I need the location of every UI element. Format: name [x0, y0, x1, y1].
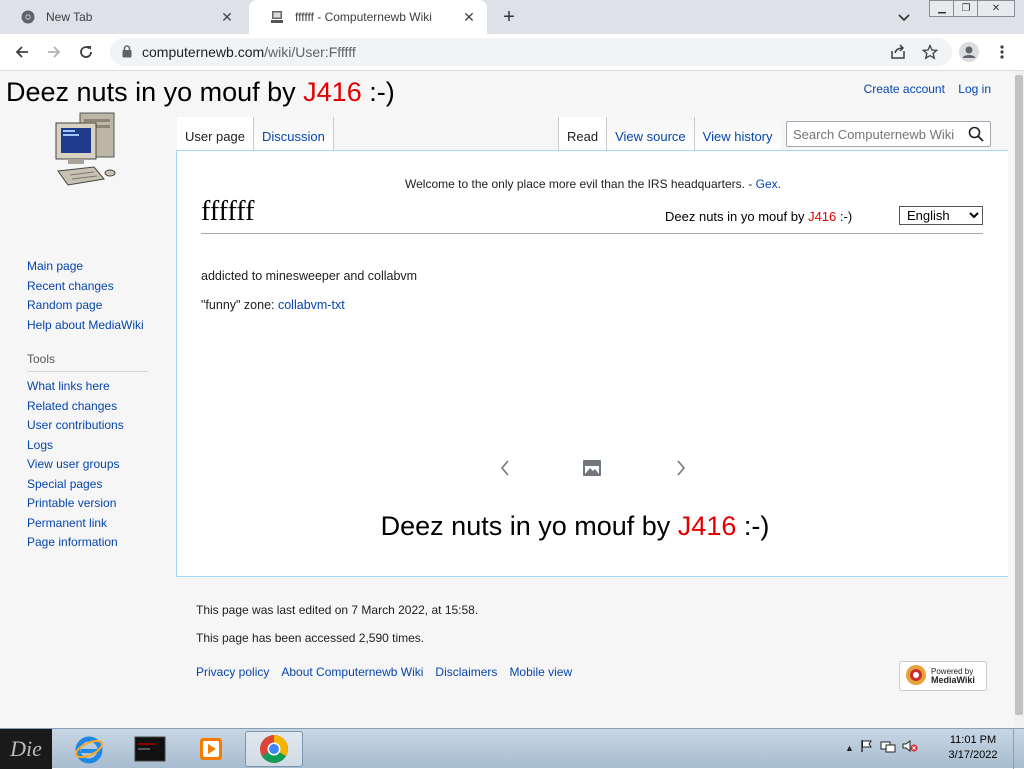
- sidebar-item-recent-changes[interactable]: Recent changes: [27, 277, 157, 297]
- tab-title: ffffff - Computernewb Wiki: [295, 10, 432, 24]
- sidebar-item-help[interactable]: Help about MediaWiki: [27, 316, 157, 336]
- page-scrollbar[interactable]: [1014, 71, 1024, 728]
- sidebar-item-user-contributions[interactable]: User contributions: [27, 416, 157, 436]
- image-icon[interactable]: [582, 457, 602, 479]
- site-notice: Welcome to the only place more evil than…: [405, 177, 781, 191]
- wiki-logo[interactable]: [50, 109, 126, 193]
- personal-tools: Create account Log in: [854, 82, 991, 96]
- tab-user-page[interactable]: User page: [177, 117, 254, 151]
- close-tab-icon[interactable]: ✕: [219, 9, 235, 25]
- computer-favicon-icon: [269, 9, 285, 25]
- bookmark-star-icon[interactable]: [920, 42, 940, 62]
- restore-icon[interactable]: ❐: [953, 0, 979, 17]
- wiki-page: Deez nuts in yo mouf by J416 :-) Create …: [0, 71, 1014, 728]
- sidebar-item-view-user-groups[interactable]: View user groups: [27, 455, 157, 475]
- show-hidden-icons-icon[interactable]: ▲: [845, 743, 854, 753]
- tab-search-chevron-icon[interactable]: [896, 9, 912, 25]
- sidebar-item-main-page[interactable]: Main page: [27, 257, 157, 277]
- view-tabs: Read View source View history: [558, 117, 781, 151]
- chrome-taskbar-icon[interactable]: [245, 731, 303, 767]
- back-icon[interactable]: [12, 42, 32, 62]
- terminal-app-icon[interactable]: [121, 731, 179, 767]
- sidebar-item-special-pages[interactable]: Special pages: [27, 475, 157, 495]
- sidebar: Main page Recent changes Random page Hel…: [27, 257, 157, 553]
- url-text: computernewb.com/wiki/User:Ffffff: [142, 44, 356, 60]
- sidebar-item-related-changes[interactable]: Related changes: [27, 397, 157, 417]
- mobile-view-link[interactable]: Mobile view: [509, 665, 572, 679]
- main-content: Welcome to the only place more evil than…: [176, 150, 1008, 577]
- create-account-link[interactable]: Create account: [864, 82, 945, 96]
- tab-title: New Tab: [46, 10, 93, 24]
- chrome-icon: [20, 9, 36, 25]
- system-tray: ▲: [845, 739, 918, 756]
- sidebar-item-logs[interactable]: Logs: [27, 436, 157, 456]
- action-center-flag-icon[interactable]: [860, 739, 874, 756]
- slideshow-caption: Deez nuts in yo mouf by J416 :-): [380, 511, 770, 541]
- start-button[interactable]: Die: [0, 729, 52, 769]
- namespace-tabs: User page Discussion: [177, 117, 334, 151]
- search-icon[interactable]: [968, 126, 984, 145]
- wiki-search: [786, 121, 991, 147]
- tab-wiki-page[interactable]: ffffff - Computernewb Wiki ✕: [249, 0, 487, 34]
- internet-explorer-icon[interactable]: [60, 731, 118, 767]
- sidebar-heading-tools: Tools: [27, 352, 148, 372]
- page-body: addicted to minesweeper and collabvm "fu…: [201, 262, 417, 320]
- mediawiki-flower-icon: [905, 664, 927, 689]
- footer-links: Privacy policy About Computernewb Wiki D…: [196, 665, 572, 679]
- scrollbar-thumb[interactable]: [1015, 75, 1023, 715]
- powered-by-mediawiki-badge[interactable]: Powered by MediaWiki: [899, 661, 987, 691]
- sidebar-item-page-information[interactable]: Page information: [27, 533, 157, 553]
- search-input[interactable]: [787, 122, 962, 146]
- profile-avatar-icon[interactable]: [959, 42, 979, 62]
- chevron-right-icon[interactable]: [671, 457, 691, 479]
- browser-toolbar: computernewb.com/wiki/User:Ffffff: [0, 34, 1024, 71]
- sidebar-item-printable-version[interactable]: Printable version: [27, 494, 157, 514]
- collabvm-txt-link[interactable]: collabvm-txt: [278, 298, 345, 312]
- title-banner: Deez nuts in yo mouf by J416 :-): [665, 209, 853, 224]
- sidebar-item-permanent-link[interactable]: Permanent link: [27, 514, 157, 534]
- sidebar-item-what-links-here[interactable]: What links here: [27, 377, 157, 397]
- tab-view-history[interactable]: View history: [693, 117, 781, 151]
- reload-icon[interactable]: [76, 42, 96, 62]
- site-notice-link[interactable]: Gex.: [756, 177, 781, 191]
- privacy-policy-link[interactable]: Privacy policy: [196, 665, 269, 679]
- about-link[interactable]: About Computernewb Wiki: [281, 665, 423, 679]
- volume-muted-icon[interactable]: [902, 739, 918, 756]
- last-edited-text: This page was last edited on 7 March 202…: [196, 603, 479, 617]
- language-select[interactable]: English: [899, 206, 983, 225]
- log-in-link[interactable]: Log in: [958, 82, 991, 96]
- address-bar[interactable]: computernewb.com/wiki/User:Ffffff: [110, 38, 952, 66]
- network-icon[interactable]: [880, 739, 896, 756]
- body-line: "funny" zone: collabvm-txt: [201, 298, 345, 312]
- sidebar-item-random-page[interactable]: Random page: [27, 296, 157, 316]
- clock-date: 3/17/2022: [948, 749, 998, 761]
- page-title: ffffff: [201, 196, 255, 227]
- clock[interactable]: 11:01 PM 3/17/2022: [938, 733, 1008, 763]
- disclaimers-link[interactable]: Disclaimers: [435, 665, 497, 679]
- mediawiki-text: MediaWiki: [931, 675, 975, 685]
- tab-read[interactable]: Read: [558, 117, 607, 151]
- share-icon[interactable]: [888, 42, 908, 62]
- tab-new-tab[interactable]: New Tab ✕: [0, 0, 245, 34]
- taskbar: Die ▲ 11:01 PM 3/17/2022: [0, 728, 1024, 769]
- browser-tab-strip: New Tab ✕ ffffff - Computernewb Wiki ✕ +…: [0, 0, 1024, 34]
- close-window-icon[interactable]: ✕: [977, 0, 1015, 17]
- access-count-text: This page has been accessed 2,590 times.: [196, 631, 425, 645]
- menu-kebab-icon[interactable]: [992, 42, 1012, 62]
- media-player-icon[interactable]: [182, 731, 240, 767]
- clock-time: 11:01 PM: [949, 734, 997, 746]
- site-title: Deez nuts in yo mouf by J416 :-): [6, 77, 395, 107]
- show-desktop-button[interactable]: [1013, 729, 1024, 769]
- minimize-icon[interactable]: ▁: [929, 0, 955, 17]
- lock-icon[interactable]: [122, 45, 132, 61]
- chevron-left-icon[interactable]: [495, 457, 515, 479]
- new-tab-button[interactable]: +: [498, 6, 520, 28]
- forward-icon[interactable]: [44, 42, 64, 62]
- tab-view-source[interactable]: View source: [606, 117, 694, 151]
- close-tab-icon[interactable]: ✕: [461, 9, 477, 25]
- footer-info: This page was last edited on 7 March 202…: [196, 603, 478, 659]
- tab-discussion[interactable]: Discussion: [253, 117, 334, 151]
- heading-divider: [201, 233, 983, 234]
- body-line: addicted to minesweeper and collabvm: [201, 269, 418, 283]
